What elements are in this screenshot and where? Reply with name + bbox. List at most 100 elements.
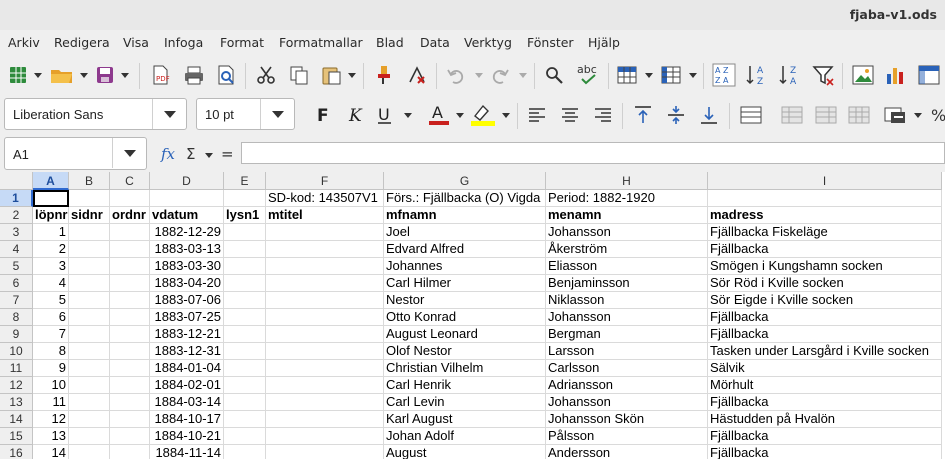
name-box[interactable]: A1 — [4, 137, 147, 170]
cell-f7[interactable] — [266, 292, 384, 309]
cell-c11[interactable] — [110, 360, 150, 377]
cell-d14[interactable]: 1884-10-17 — [150, 411, 224, 428]
row-header[interactable]: 5 — [0, 258, 33, 275]
cell-f2[interactable]: mtitel — [266, 207, 384, 224]
cell-d7[interactable]: 1883-07-06 — [150, 292, 224, 309]
cell-a1[interactable] — [33, 190, 69, 207]
paste-icon[interactable] — [321, 65, 343, 85]
menu-fonster[interactable]: Fönster — [527, 35, 574, 50]
cell-h12[interactable]: Adriansson — [546, 377, 708, 394]
cell-b13[interactable] — [69, 394, 110, 411]
cell-f11[interactable] — [266, 360, 384, 377]
cell-e11[interactable] — [224, 360, 266, 377]
open-dropdown-icon[interactable] — [80, 73, 88, 78]
cell-g14[interactable]: Karl August — [384, 411, 546, 428]
redo-icon[interactable] — [490, 65, 510, 85]
number-format-icon[interactable] — [815, 105, 837, 125]
cell-a11[interactable]: 9 — [33, 360, 69, 377]
cell-i15[interactable]: Fjällbacka — [708, 428, 942, 445]
cell-e7[interactable] — [224, 292, 266, 309]
cell-d4[interactable]: 1883-03-13 — [150, 241, 224, 258]
menu-formatmallar[interactable]: Formatmallar — [279, 35, 363, 50]
cell-i16[interactable]: Fjällbacka — [708, 445, 942, 459]
menu-hjalp[interactable]: Hjälp — [588, 35, 620, 50]
align-left-icon[interactable] — [527, 105, 547, 125]
clone-formatting-icon[interactable] — [374, 65, 394, 85]
row-header[interactable]: 13 — [0, 394, 33, 411]
row-header[interactable]: 16 — [0, 445, 33, 459]
row-header[interactable]: 15 — [0, 428, 33, 445]
row-header[interactable]: 2 — [0, 207, 33, 224]
cell-b16[interactable] — [69, 445, 110, 459]
cell-g12[interactable]: Carl Henrik — [384, 377, 546, 394]
cell-c1[interactable] — [110, 190, 150, 207]
cell-a10[interactable]: 8 — [33, 343, 69, 360]
cell-b4[interactable] — [69, 241, 110, 258]
border-dropdown-icon[interactable] — [914, 113, 922, 118]
cell-h10[interactable]: Larsson — [546, 343, 708, 360]
row-dropdown-icon[interactable] — [645, 73, 653, 78]
cell-g13[interactable]: Carl Levin — [384, 394, 546, 411]
cell-i3[interactable]: Fjällbacka Fiskeläge — [708, 224, 942, 241]
center-vertically-icon[interactable] — [666, 105, 686, 125]
cell-d16[interactable]: 1884-11-14 — [150, 445, 224, 459]
cell-i6[interactable]: Sör Röd i Kville socken — [708, 275, 942, 292]
menu-redigera[interactable]: Redigera — [54, 35, 110, 50]
cell-i7[interactable]: Sör Eigde i Kville socken — [708, 292, 942, 309]
cell-h13[interactable]: Johansson — [546, 394, 708, 411]
cell-a4[interactable]: 2 — [33, 241, 69, 258]
cell-b14[interactable] — [69, 411, 110, 428]
clear-formatting-icon[interactable] — [407, 65, 427, 85]
column-header-a[interactable]: A — [33, 172, 69, 190]
menu-infoga[interactable]: Infoga — [164, 35, 203, 50]
cell-i4[interactable]: Fjällbacka — [708, 241, 942, 258]
font-color-icon[interactable]: A — [426, 102, 452, 128]
cell-c10[interactable] — [110, 343, 150, 360]
cell-d5[interactable]: 1883-03-30 — [150, 258, 224, 275]
row-header[interactable]: 4 — [0, 241, 33, 258]
cell-i9[interactable]: Fjällbacka — [708, 326, 942, 343]
cell-b5[interactable] — [69, 258, 110, 275]
cell-a6[interactable]: 4 — [33, 275, 69, 292]
redo-dropdown-icon[interactable] — [519, 73, 527, 78]
cell-c14[interactable] — [110, 411, 150, 428]
insert-chart-icon[interactable] — [885, 64, 907, 86]
cell-c3[interactable] — [110, 224, 150, 241]
highlight-color-icon[interactable] — [469, 102, 497, 128]
print-preview-icon[interactable] — [216, 65, 236, 85]
cell-b10[interactable] — [69, 343, 110, 360]
cell-d6[interactable]: 1883-04-20 — [150, 275, 224, 292]
cell-c2[interactable]: ordnr — [110, 207, 150, 224]
sum-icon[interactable]: Σ — [185, 144, 201, 164]
cell-f9[interactable] — [266, 326, 384, 343]
insert-image-icon[interactable] — [852, 64, 874, 86]
cell-i8[interactable]: Fjällbacka — [708, 309, 942, 326]
cell-g2[interactable]: mfnamn — [384, 207, 546, 224]
align-top-icon[interactable] — [633, 105, 653, 125]
cell-c15[interactable] — [110, 428, 150, 445]
select-all-corner[interactable] — [0, 172, 33, 190]
cell-d15[interactable]: 1884-10-21 — [150, 428, 224, 445]
cell-i13[interactable]: Fjällbacka — [708, 394, 942, 411]
cell-f1[interactable]: SD-kod: 143507V1 — [266, 190, 384, 207]
currency-format-icon[interactable] — [740, 105, 762, 125]
cell-d13[interactable]: 1884-03-14 — [150, 394, 224, 411]
save-icon[interactable] — [95, 65, 115, 85]
cell-i14[interactable]: Hästudden på Hvalön — [708, 411, 942, 428]
align-right-icon[interactable] — [593, 105, 613, 125]
cell-i11[interactable]: Sälvik — [708, 360, 942, 377]
name-box-dropdown-icon[interactable] — [112, 138, 146, 168]
cell-f4[interactable] — [266, 241, 384, 258]
formula-icon[interactable]: = — [220, 144, 236, 164]
cell-f3[interactable] — [266, 224, 384, 241]
cell-e1[interactable] — [224, 190, 266, 207]
underline-dropdown-icon[interactable] — [404, 113, 412, 118]
cell-d11[interactable]: 1884-01-04 — [150, 360, 224, 377]
cell-g7[interactable]: Nestor — [384, 292, 546, 309]
cell-d12[interactable]: 1884-02-01 — [150, 377, 224, 394]
cell-h2[interactable]: menamn — [546, 207, 708, 224]
date-format-icon[interactable] — [848, 105, 870, 125]
cell-e9[interactable] — [224, 326, 266, 343]
new-dropdown-icon[interactable] — [34, 73, 42, 78]
cell-f12[interactable] — [266, 377, 384, 394]
